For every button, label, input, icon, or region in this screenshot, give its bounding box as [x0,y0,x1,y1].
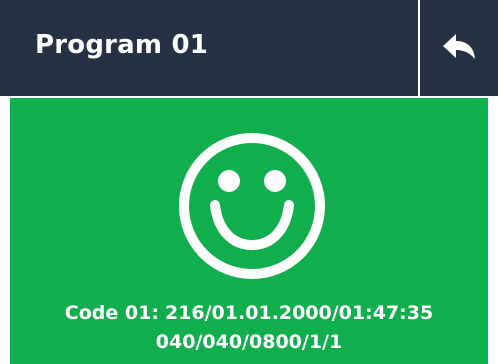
status-code-line: Code 01: 216/01.01.2000/01:47:35 [10,302,488,324]
page-title: Program 01 [35,30,209,60]
back-button[interactable] [420,0,498,96]
success-status-panel: Code 01: 216/01.01.2000/01:47:35 040/040/… [10,98,488,364]
header-bar: Program 01 [0,0,498,97]
program-screen: Program 01 Code 01: 216/01.01.2000/01:47:… [0,0,498,364]
undo-arrow-icon [443,34,475,59]
code-value: 216/01.01.2000/01:47:35 [164,302,434,324]
status-code-details: 040/040/0800/1/1 [155,331,343,353]
code-label: Code 01: [64,302,159,324]
smiley-face-icon [179,133,325,279]
